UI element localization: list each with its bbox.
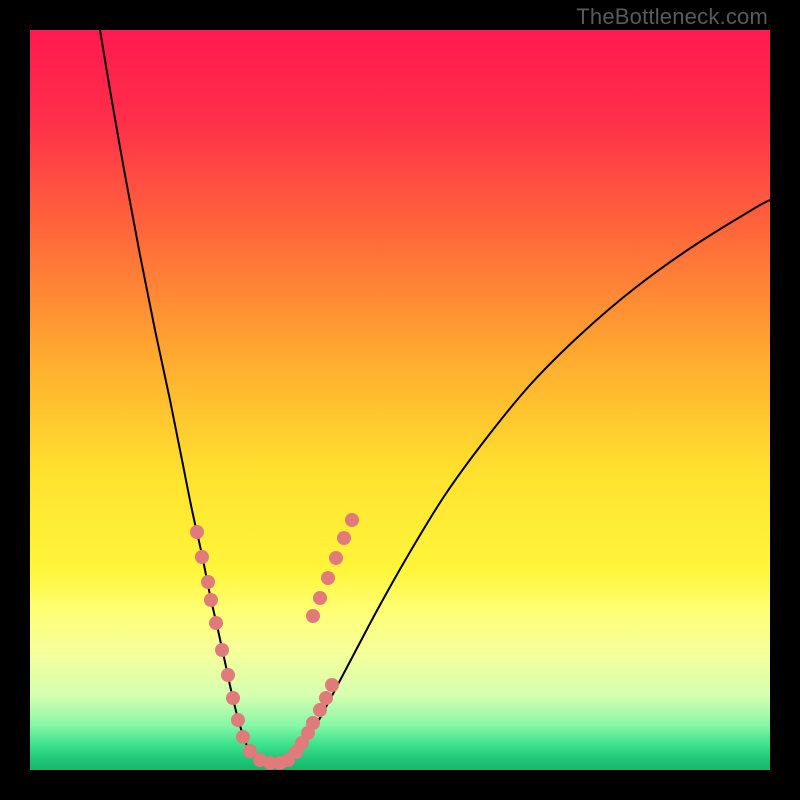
plot-area (30, 30, 770, 770)
data-point-dot (313, 591, 327, 605)
data-point-dot (345, 513, 359, 527)
data-point-dot (221, 668, 235, 682)
data-point-dot (204, 593, 218, 607)
data-point-dot (215, 643, 229, 657)
data-point-dot (201, 575, 215, 589)
data-point-dot (329, 551, 343, 565)
bottleneck-curve (30, 30, 770, 770)
data-point-dot (306, 716, 320, 730)
data-point-dot (306, 609, 320, 623)
data-point-dot (209, 616, 223, 630)
data-point-dot (231, 713, 245, 727)
data-point-dot (190, 525, 204, 539)
data-point-dot (337, 531, 351, 545)
outer-frame: TheBottleneck.com (0, 0, 800, 800)
watermark-text: TheBottleneck.com (576, 4, 768, 30)
data-point-dot (226, 691, 240, 705)
data-point-dot (195, 550, 209, 564)
data-point-dot (325, 678, 339, 692)
data-point-dot (321, 571, 335, 585)
data-point-dot (236, 730, 250, 744)
data-point-dot (319, 691, 333, 705)
data-point-dot (313, 703, 327, 717)
